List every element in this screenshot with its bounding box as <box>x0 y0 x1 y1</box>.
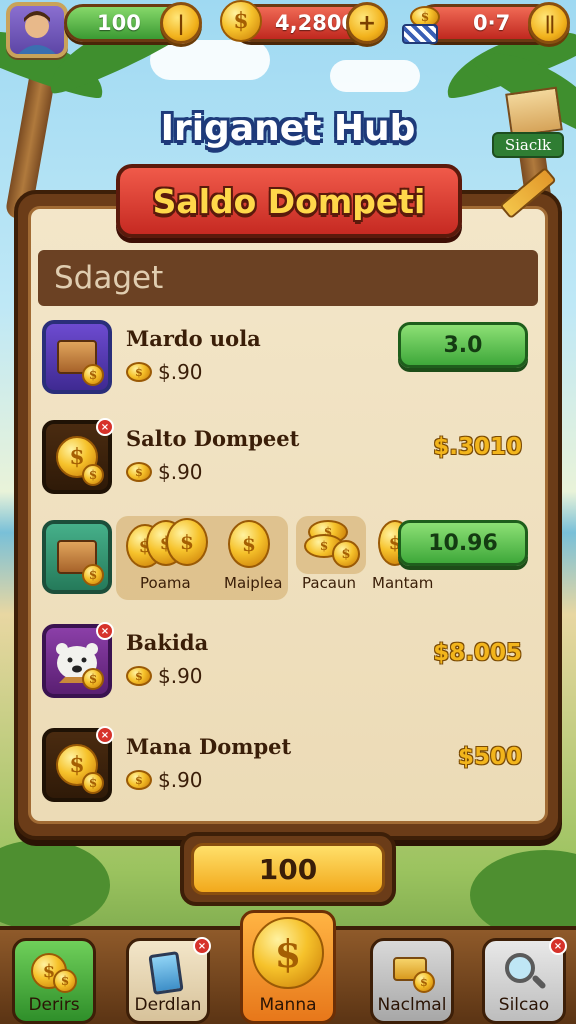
nav-item-derdlan[interactable]: × Derdlan <box>126 937 211 1024</box>
coin-icon: $ <box>228 520 270 568</box>
nav-item-derirs[interactable]: $ $ Derirs <box>12 938 96 1024</box>
coin-tray: $ $ $ <box>296 516 366 574</box>
pause-icon: || <box>544 12 555 34</box>
plus-icon: + <box>357 10 377 36</box>
coin-tray: $ $ $ $ Poama Maiplea <box>116 516 288 600</box>
item-price: $ $.90 <box>126 360 203 384</box>
list-item[interactable]: $ $ × Salto Dompeet $ $.90 $.3010 <box>42 418 532 500</box>
section-header-label: Sdaget <box>54 260 164 296</box>
close-badge-icon: × <box>96 418 114 436</box>
item-price-value: $.90 <box>158 664 203 688</box>
item-value: $.3010 <box>433 434 522 460</box>
lives-add-button[interactable]: | <box>160 2 202 44</box>
coins-value: 4,2800 <box>275 11 357 35</box>
total-value-panel: 100 <box>180 832 396 906</box>
close-badge-icon: × <box>549 937 567 955</box>
list-item[interactable]: $ Mardo uola $ $.90 3.0 <box>42 320 532 400</box>
item-value: $8.005 <box>433 640 522 666</box>
nav-label: Naclmal <box>377 995 447 1015</box>
close-badge-icon: × <box>96 622 114 640</box>
sign-label: Siaclk <box>492 132 564 158</box>
item-price: $ $.90 <box>126 460 203 484</box>
coin-label: Poama <box>140 574 191 592</box>
close-badge-icon: × <box>193 937 211 955</box>
total-value-button[interactable]: 100 <box>191 843 385 895</box>
coin-label: Mantam <box>372 574 434 592</box>
item-name: Mardo uola <box>126 326 261 351</box>
page-title: Iriganet Hub <box>160 108 416 149</box>
polar-bear-icon: $ × <box>42 622 114 698</box>
nav-label: Manna <box>259 995 317 1015</box>
coins-icon: $ $ <box>29 951 79 995</box>
item-name: Mana Dompet <box>126 734 292 759</box>
player-avatar[interactable] <box>6 2 68 58</box>
coin-slot-icon: | <box>177 11 185 35</box>
coin-icon: $ <box>126 770 152 790</box>
buy-button[interactable]: 10.96 <box>398 520 528 566</box>
magnifier-icon <box>499 949 549 995</box>
nav-item-silcao[interactable]: × Silcao <box>482 937 567 1024</box>
crate-icon <box>505 86 563 138</box>
big-coin-icon: $ <box>252 917 324 989</box>
item-price-value: $.90 <box>158 768 203 792</box>
bottom-nav: $ $ Derirs × Derdlan $ Manna $ Naclmal ×… <box>0 910 576 1024</box>
treasure-chest-icon: $ <box>42 320 112 394</box>
nav-label: Silcao <box>498 995 550 1015</box>
tablet-icon <box>143 949 193 995</box>
item-price: $ $.90 <box>126 664 203 688</box>
coin-icon: $ <box>126 666 152 686</box>
list-item[interactable]: $ × Bakida $ $.90 $8.005 <box>42 622 532 704</box>
energy-value: 0·7 <box>473 11 511 35</box>
gold-coin-icon: $ $ × <box>42 418 114 494</box>
avatar-portrait-icon <box>18 11 56 54</box>
buy-button[interactable]: 3.0 <box>398 322 528 368</box>
item-value: $500 <box>457 744 522 770</box>
coin-icon: $ <box>332 540 360 568</box>
item-price-value: $.90 <box>158 360 203 384</box>
item-price-value: $.90 <box>158 460 203 484</box>
cloud <box>330 60 420 92</box>
lives-value: 100 <box>97 11 141 35</box>
close-badge-icon: × <box>96 726 114 744</box>
coin-icon: $ <box>220 0 262 42</box>
section-header: Sdaget <box>38 250 538 306</box>
coin-label: Maiplea <box>224 574 283 592</box>
item-name: Bakida <box>126 630 209 655</box>
treasure-chest-icon: $ <box>42 520 112 594</box>
top-hud: 100 | 4,2800 $ + 0·7 $ || <box>0 0 576 58</box>
nav-label: Derirs <box>28 995 80 1015</box>
item-name: Salto Dompeet <box>126 426 300 451</box>
coins-add-button[interactable]: + <box>346 2 388 44</box>
pause-button[interactable]: || <box>528 2 570 44</box>
coin-stack-icon: $ <box>387 949 437 995</box>
coin-stack-icon: $ <box>402 6 442 46</box>
coin-icon: $ <box>166 518 208 566</box>
coin-label: Pacaun <box>302 574 357 592</box>
coin-icon: $ <box>126 362 152 382</box>
coin-icon: $ <box>126 462 152 482</box>
nav-item-manna[interactable]: $ Manna <box>240 910 336 1024</box>
nav-label: Derdlan <box>134 995 202 1015</box>
board-banner: Saldo Dompeti <box>116 164 462 238</box>
item-price: $ $.90 <box>126 768 203 792</box>
nav-item-naclmal[interactable]: $ Naclmal <box>370 938 454 1024</box>
bush <box>0 840 110 930</box>
gold-coin-icon: $ $ × <box>42 726 114 802</box>
banner-title: Saldo Dompeti <box>152 181 426 221</box>
list-item[interactable]: $ $ × Mana Dompet $ $.90 $500 <box>42 726 532 808</box>
side-sign[interactable]: Siaclk <box>492 86 564 158</box>
